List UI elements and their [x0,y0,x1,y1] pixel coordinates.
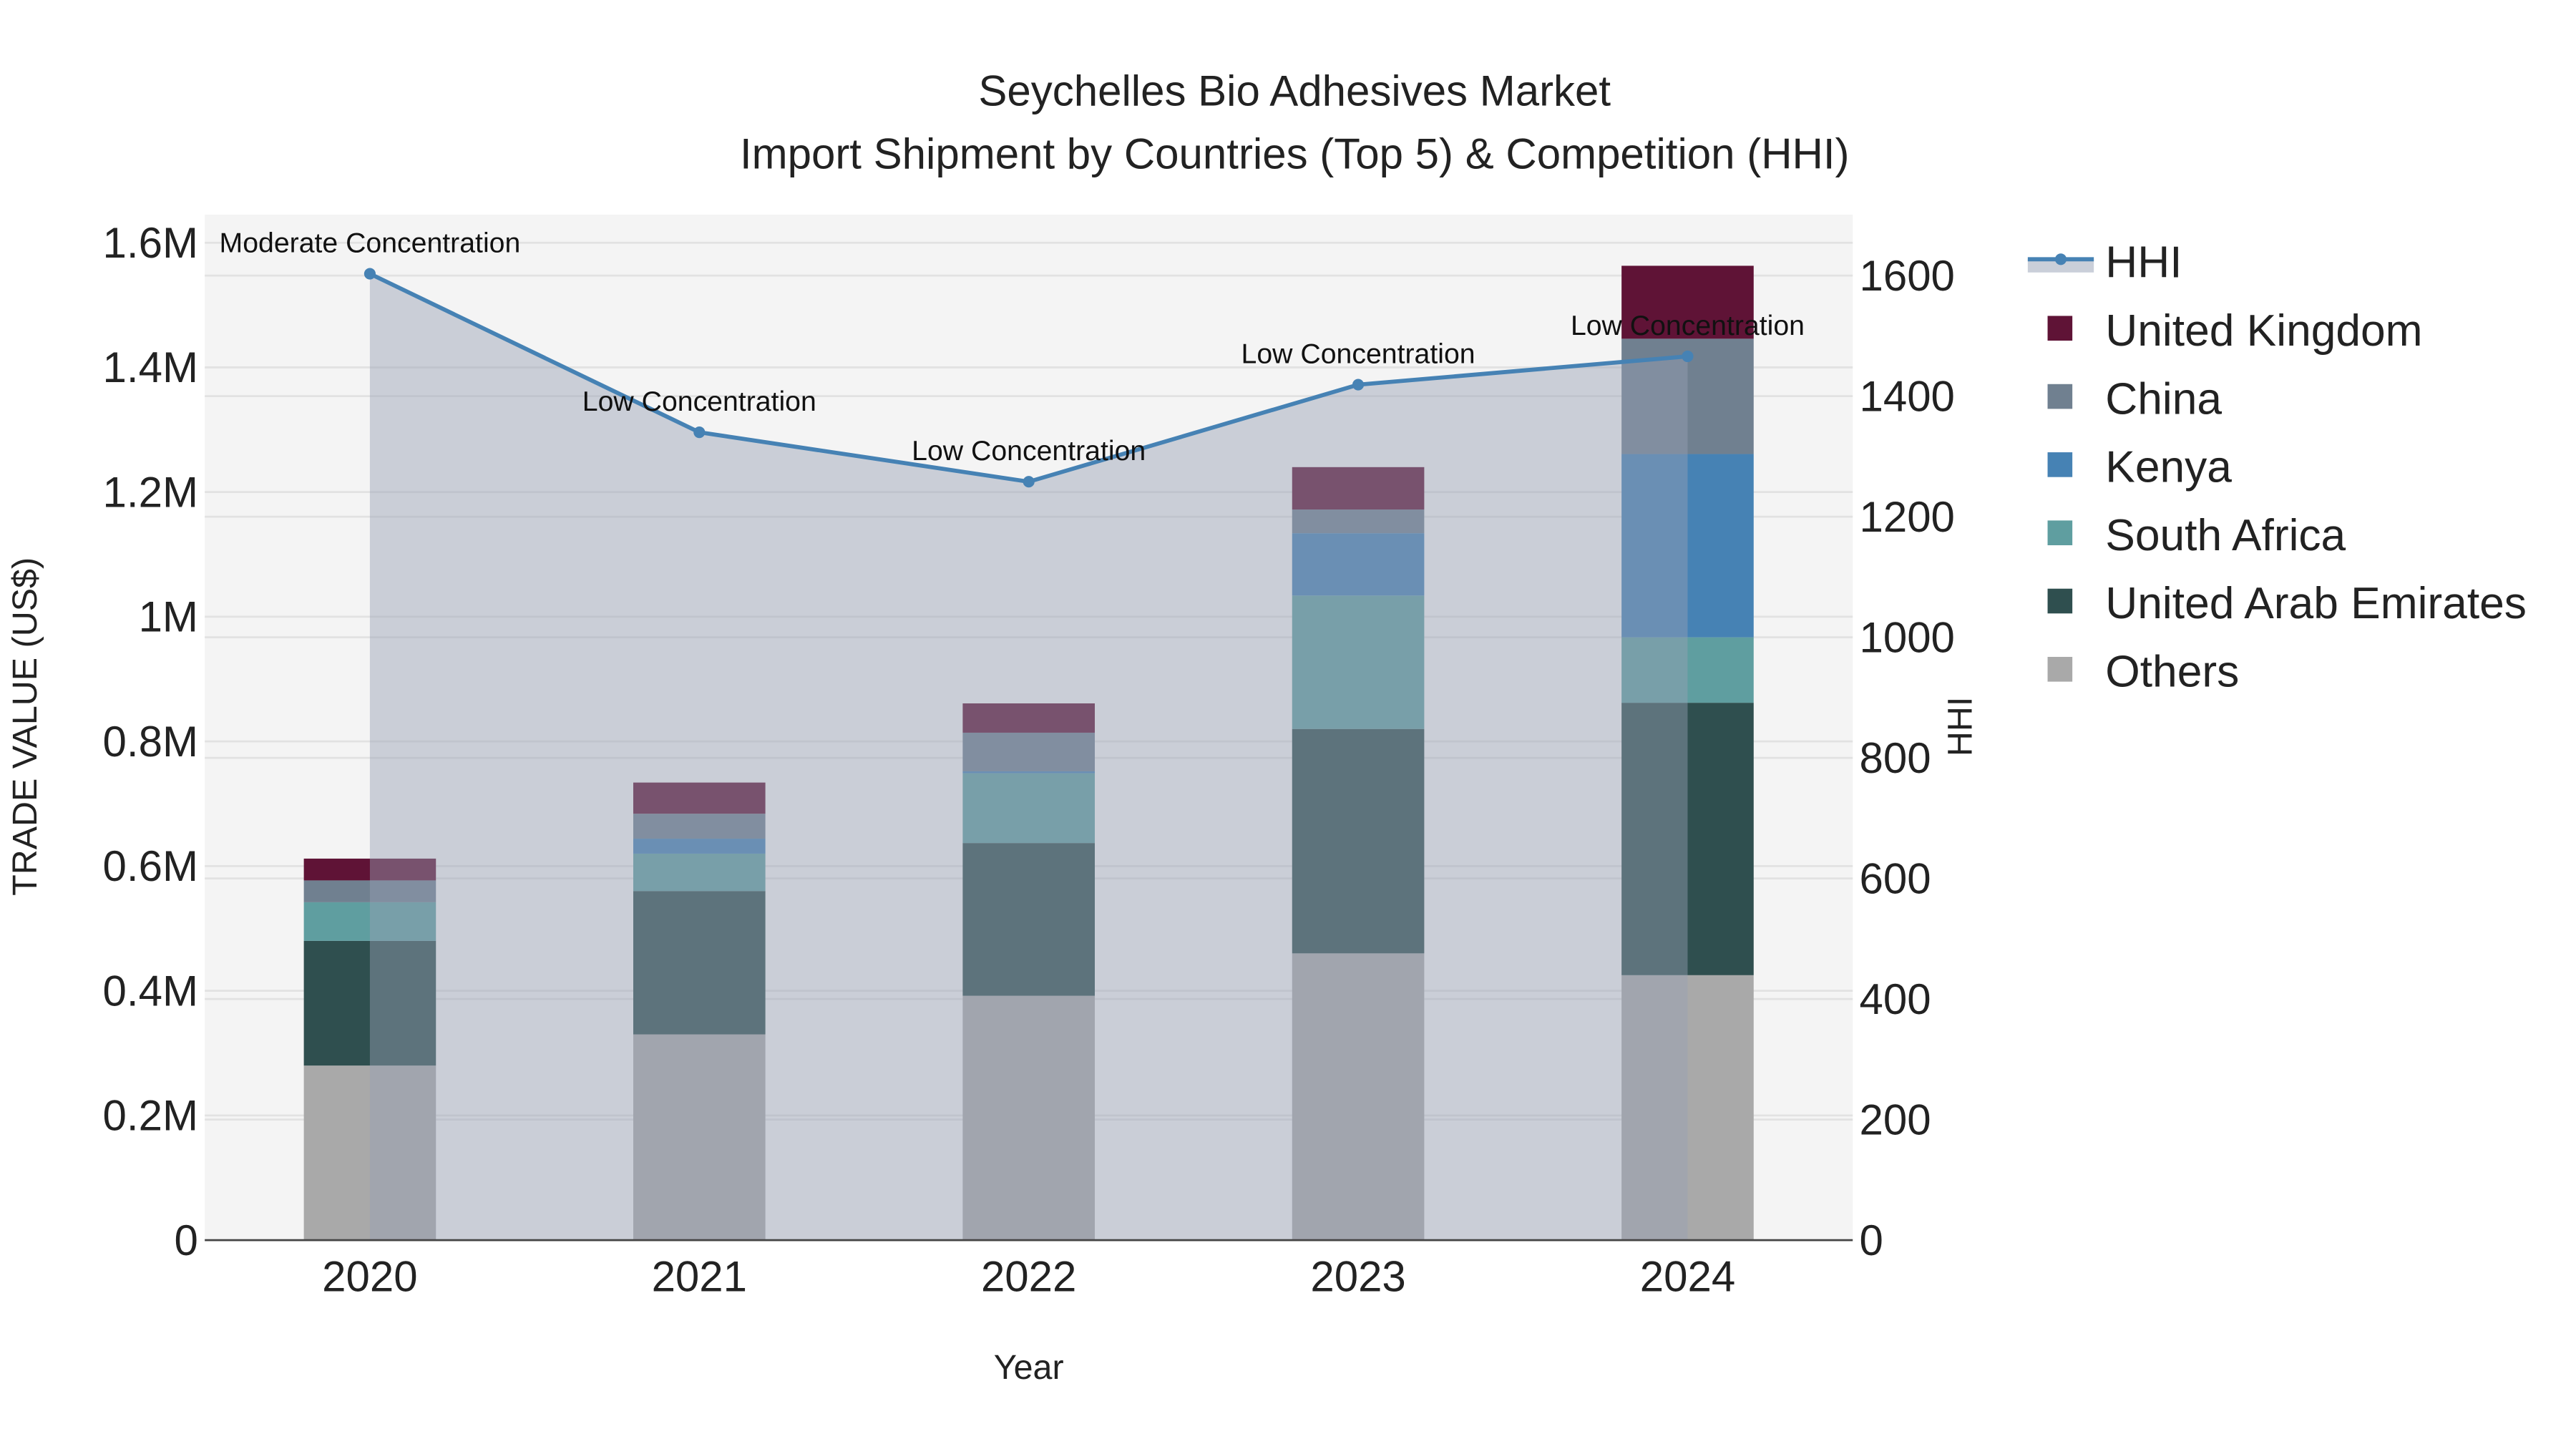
hhi-point-2024 [1682,350,1694,363]
legend-label: United Kingdom [2105,306,2422,356]
legend-label: HHI [2105,238,2182,288]
y2-tick-label: 1000 [1859,613,1954,661]
y-tick-label: 1.4M [103,343,198,391]
legend-hhi-marker [2054,253,2067,265]
y-axis-label: TRADE VALUE (US$) [6,557,44,896]
legend-swatch-others [2047,657,2073,682]
hhi-annotation: Moderate Concentration [220,228,521,259]
x-tick-label: 2023 [1310,1253,1405,1301]
hhi-annotation: Low Concentration [582,386,816,417]
x-tick-label: 2022 [981,1253,1076,1301]
x-tick-label: 2020 [322,1253,417,1301]
y-tick-label: 1.2M [103,468,198,516]
legend-swatch-kenya [2047,452,2073,477]
legend-swatch-united-arab-emirates [2047,588,2073,614]
x-tick-label: 2024 [1640,1253,1735,1301]
hhi-point-2021 [693,426,706,439]
y2-tick-label: 1400 [1859,372,1954,420]
legend: HHI United Kingdom China Kenya South Africa U… [2027,238,2527,697]
y-tick-label: 1M [139,593,198,641]
y2-tick-label: 1200 [1859,493,1954,541]
legend-swatch-south-africa [2047,520,2073,545]
legend-swatch-united-kingdom [2047,316,2073,341]
hhi-point-2022 [1023,476,1035,488]
y2-tick-label: 800 [1859,734,1931,782]
y-tick-label: 0.4M [103,967,198,1015]
legend-label: South Africa [2105,511,2346,560]
x-axis-ticks: 2020 2021 2022 2023 2024 [322,1253,1735,1301]
y2-axis-label: HHI [1941,697,1979,756]
y2-axis-ticks: 0 200 400 600 800 1000 1200 1400 1600 [1859,252,1954,1264]
legend-label: China [2105,374,2222,424]
legend-label: United Arab Emirates [2105,579,2527,628]
hhi-annotation: Low Concentration [912,435,1146,467]
y2-tick-label: 200 [1859,1096,1931,1143]
chart-title: Seychelles Bio Adhesives Market [978,67,1611,115]
y-tick-label: 0 [175,1216,198,1264]
chart: Moderate Concentration Low Concentration L… [6,67,2527,1387]
legend-swatch-china [2047,384,2073,409]
y-axis-ticks: 0 0.2M 0.4M 0.6M 0.8M 1M 1.2M 1.4M 1.6M [103,219,198,1264]
hhi-annotation: Low Concentration [1241,338,1475,370]
y-tick-label: 0.2M [103,1092,198,1140]
chart-subtitle: Import Shipment by Countries (Top 5) & C… [740,130,1850,177]
x-tick-label: 2021 [652,1253,747,1301]
y-tick-label: 0.8M [103,718,198,766]
y-tick-label: 1.6M [103,219,198,267]
x-axis-label: Year [994,1348,1064,1387]
hhi-annotation: Low Concentration [1571,310,1805,341]
hhi-point-2023 [1352,379,1365,391]
y2-tick-label: 0 [1859,1216,1883,1264]
hhi-point-2020 [364,268,376,280]
y2-tick-label: 400 [1859,975,1931,1023]
legend-label: Kenya [2105,443,2232,492]
legend-label: Others [2105,648,2239,697]
y2-tick-label: 600 [1859,854,1931,902]
y-tick-label: 0.6M [103,842,198,890]
y2-tick-label: 1600 [1859,252,1954,300]
